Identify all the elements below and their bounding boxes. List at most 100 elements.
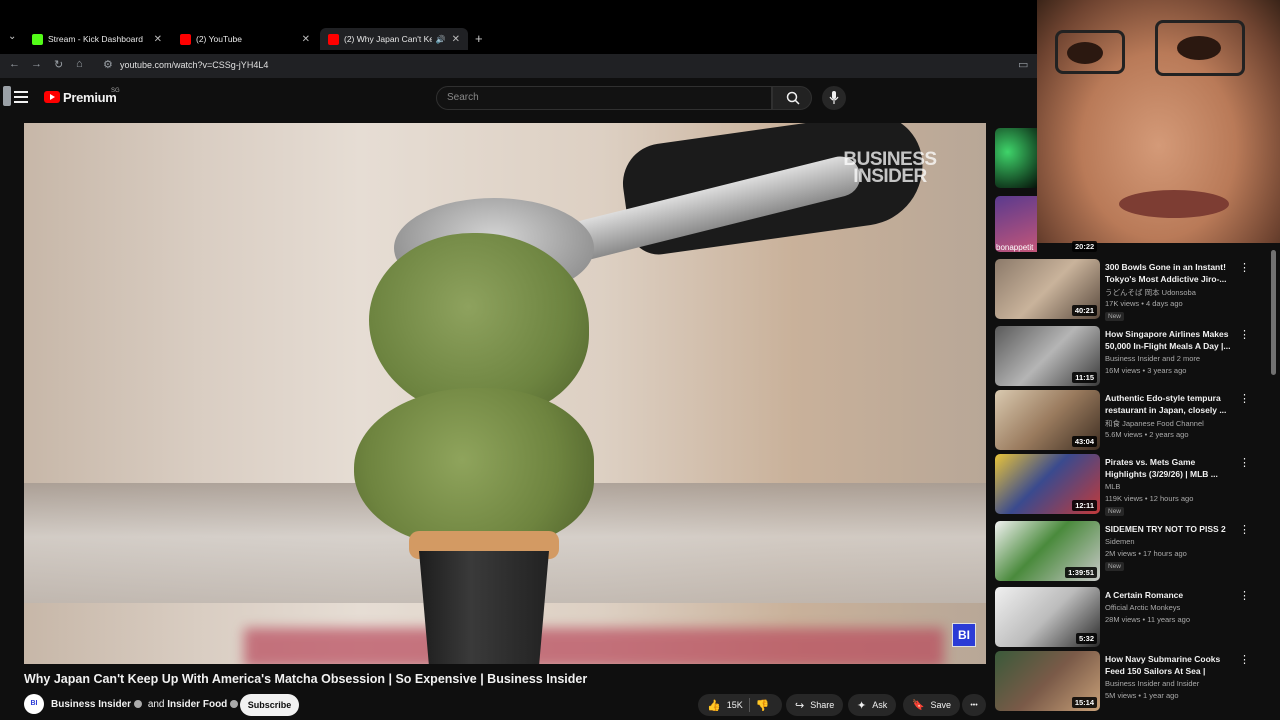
- recommendation-channel[interactable]: 和食 Japanese Food Channel: [1105, 418, 1204, 429]
- recommendation-title[interactable]: SIDEMEN TRY NOT TO PISS 2: [1105, 523, 1233, 535]
- channel-avatar[interactable]: BI: [24, 694, 44, 714]
- more-icon: •••: [970, 701, 978, 709]
- recommendation-item[interactable]: 15:14 How Navy Submarine Cooks Feed 150 …: [995, 651, 1255, 713]
- recommendation-thumbnail[interactable]: [995, 128, 1037, 188]
- save-label: Save: [930, 700, 951, 710]
- save-button[interactable]: 🔖 Save: [903, 694, 960, 716]
- more-options-icon[interactable]: ⋮: [1239, 328, 1250, 341]
- back-icon[interactable]: ←: [9, 58, 20, 70]
- search-button[interactable]: [772, 86, 812, 110]
- tab-label: (2) YouTube: [196, 34, 242, 44]
- youtube-logo-text[interactable]: Premium: [63, 90, 117, 105]
- webcam-overlay: [1037, 0, 1280, 243]
- hamburger-menu-icon[interactable]: [14, 91, 28, 103]
- more-options-icon[interactable]: ⋮: [1239, 392, 1250, 405]
- channel-name[interactable]: Business Insider: [51, 699, 131, 710]
- channel-connector: and: [147, 699, 165, 710]
- more-actions-button[interactable]: •••: [962, 694, 986, 716]
- url-field[interactable]: youtube.com/watch?v=CSSg-jYH4L4: [120, 60, 268, 70]
- more-options-icon[interactable]: ⋮: [1239, 456, 1250, 469]
- recommendation-item[interactable]: 11:15 How Singapore Airlines Makes 50,00…: [995, 326, 1255, 388]
- more-options-icon[interactable]: ⋮: [1239, 653, 1250, 666]
- ask-button[interactable]: ✦ Ask: [848, 694, 897, 716]
- divider: [748, 698, 750, 712]
- browser-tab-kick[interactable]: Stream - Kick Dashboard ✕: [24, 28, 170, 50]
- browser-tab-video[interactable]: (2) Why Japan Can't Keep U 🔊 ✕: [320, 28, 468, 50]
- video-player[interactable]: BUSINESS INSIDER BI: [24, 123, 986, 664]
- recommendation-title[interactable]: A Certain Romance: [1105, 589, 1233, 601]
- video-duration: 20:22: [1072, 241, 1098, 252]
- recommendation-thumbnail[interactable]: 11:15: [995, 326, 1100, 386]
- recommendation-title[interactable]: 300 Bowls Gone in an Instant! Tokyo's Mo…: [1105, 261, 1233, 285]
- recommendation-thumbnail[interactable]: 5:32: [995, 587, 1100, 647]
- scrollbar[interactable]: [1271, 250, 1276, 375]
- tab-list-dropdown-icon[interactable]: ⌄: [8, 31, 16, 42]
- search-icon: [786, 91, 800, 105]
- browser-tab-youtube[interactable]: (2) YouTube ✕: [172, 28, 318, 50]
- thumbs-down-icon[interactable]: 👎: [756, 699, 770, 712]
- new-tab-button[interactable]: +: [475, 31, 483, 46]
- video-duration: 40:21: [1071, 305, 1097, 316]
- subscribe-button[interactable]: Subscribe: [240, 694, 299, 716]
- youtube-logo-icon[interactable]: [44, 91, 60, 103]
- recommendation-channel[interactable]: Sidemen: [1105, 537, 1135, 546]
- forward-icon[interactable]: →: [31, 58, 42, 70]
- side-panel-icon[interactable]: [3, 86, 11, 106]
- recommendation-channel[interactable]: Official Arctic Monkeys: [1105, 603, 1180, 612]
- recommendation-channel[interactable]: Business Insider and Insider: [1105, 679, 1199, 688]
- recommendation-meta: 16M views • 3 years ago: [1105, 366, 1187, 375]
- channel-name[interactable]: Insider Food: [167, 699, 227, 710]
- recommendation-item[interactable]: 43:04 Authentic Edo-style tempura restau…: [995, 390, 1255, 452]
- channel-watermark-badge[interactable]: BI: [952, 623, 976, 647]
- like-count: 15K: [726, 700, 743, 710]
- recommendation-title[interactable]: How Singapore Airlines Makes 50,000 In-F…: [1105, 328, 1233, 352]
- recommendation-item[interactable]: 1:39:51 SIDEMEN TRY NOT TO PISS 2 Sideme…: [995, 521, 1255, 583]
- share-button[interactable]: ↪ Share: [786, 694, 844, 716]
- more-options-icon[interactable]: ⋮: [1239, 589, 1250, 602]
- recommendation-thumbnail[interactable]: 15:14: [995, 651, 1100, 711]
- cast-icon[interactable]: ▭: [1018, 58, 1028, 71]
- tab-label: (2) Why Japan Can't Keep U: [344, 34, 432, 44]
- new-badge: New: [1105, 507, 1125, 516]
- recommendation-thumbnail[interactable]: 12:11: [995, 454, 1100, 514]
- like-button[interactable]: 👍 15K: [707, 699, 743, 712]
- recommendation-channel[interactable]: Business Insider and 2 more: [1105, 354, 1200, 363]
- close-tab-icon[interactable]: ✕: [452, 34, 460, 45]
- recommendation-thumbnail[interactable]: 40:21: [995, 259, 1100, 319]
- recommendation-title[interactable]: How Navy Submarine Cooks Feed 150 Sailor…: [1105, 653, 1233, 677]
- share-icon: ↪: [795, 699, 805, 712]
- recommendation-meta: 28M views • 11 years ago: [1105, 615, 1191, 624]
- video-frame-cone: [419, 551, 549, 664]
- tab-label: Stream - Kick Dashboard: [48, 34, 143, 44]
- close-tab-icon[interactable]: ✕: [154, 34, 162, 45]
- close-tab-icon[interactable]: ✕: [302, 34, 310, 45]
- more-options-icon[interactable]: ⋮: [1239, 523, 1250, 536]
- recommendation-thumbnail[interactable]: 43:04: [995, 390, 1100, 450]
- recommendation-channel[interactable]: うどんそば 岡本 Udonsoba: [1105, 287, 1196, 298]
- search-input[interactable]: Search: [436, 86, 772, 110]
- video-duration: 1:39:51: [1065, 567, 1097, 578]
- recommendation-channel[interactable]: MLB: [1105, 482, 1120, 491]
- reload-icon[interactable]: ↻: [54, 58, 63, 71]
- more-options-icon[interactable]: ⋮: [1239, 261, 1250, 274]
- site-settings-icon[interactable]: ⚙: [103, 58, 113, 71]
- video-duration: 5:32: [1075, 633, 1097, 644]
- thumbs-up-icon: 👍: [707, 699, 721, 712]
- recommendation-thumbnail[interactable]: 1:39:51: [995, 521, 1100, 581]
- recommendation-meta: 119K views • 12 hours ago: [1105, 494, 1194, 503]
- home-icon[interactable]: ⌂: [76, 58, 83, 70]
- new-badge: New: [1105, 312, 1125, 321]
- business-insider-watermark: BUSINESS INSIDER: [843, 149, 937, 187]
- recommendation-item[interactable]: 12:11 Pirates vs. Mets Game Highlights (…: [995, 454, 1255, 516]
- audio-playing-icon[interactable]: 🔊: [436, 35, 446, 44]
- recommendation-item[interactable]: 40:21 300 Bowls Gone in an Instant! Toky…: [995, 259, 1255, 321]
- voice-search-button[interactable]: [822, 86, 846, 110]
- recommendation-item[interactable]: 5:32 A Certain Romance Official Arctic M…: [995, 587, 1255, 649]
- country-code: SG: [111, 88, 120, 94]
- verified-icon: [134, 700, 143, 709]
- channel-names[interactable]: Business Insider and Insider Food: [51, 699, 241, 710]
- new-badge: New: [1105, 562, 1125, 571]
- recommendation-title[interactable]: Authentic Edo-style tempura restaurant i…: [1105, 392, 1233, 416]
- recommendation-title[interactable]: Pirates vs. Mets Game Highlights (3/29/2…: [1105, 456, 1233, 480]
- ask-label: Ask: [872, 700, 888, 710]
